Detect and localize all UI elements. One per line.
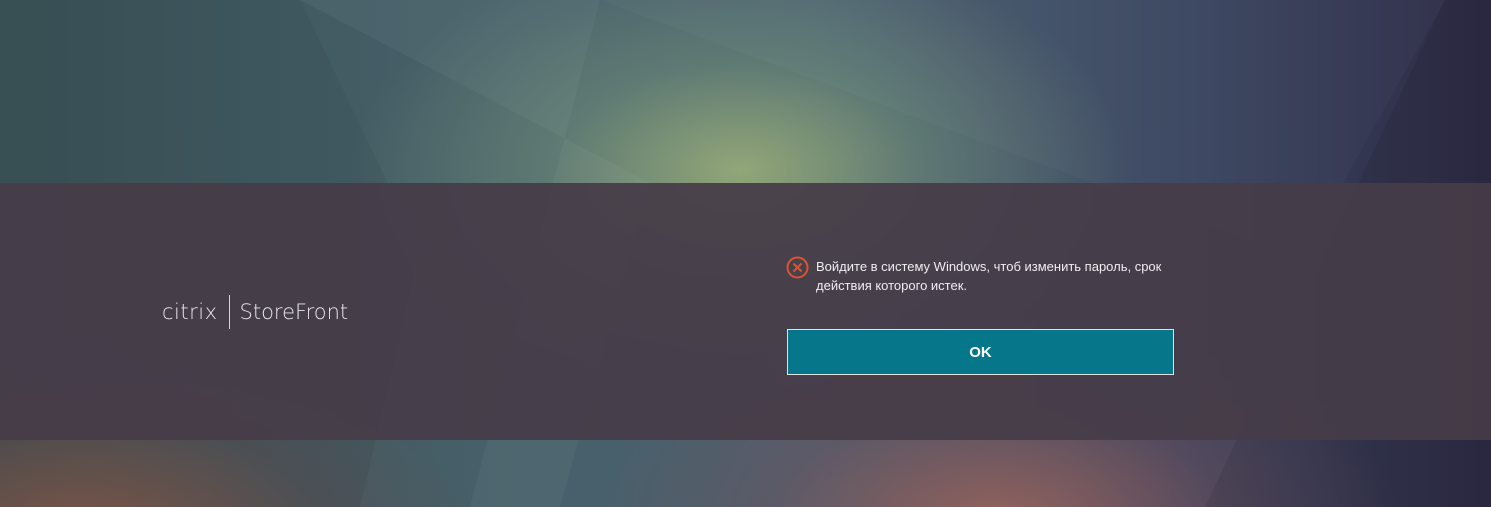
- error-icon: [786, 256, 809, 279]
- citrix-storefront-logo: citrix StoreFront: [162, 295, 348, 329]
- logo-divider: [228, 295, 230, 329]
- brand-wordmark: citrix: [162, 300, 218, 324]
- product-name: StoreFront: [239, 300, 349, 324]
- error-message: Войдите в систему Windows, чтоб изменить…: [786, 256, 1186, 295]
- ok-button[interactable]: OK: [787, 329, 1174, 375]
- error-message-text: Войдите в систему Windows, чтоб изменить…: [816, 259, 1162, 293]
